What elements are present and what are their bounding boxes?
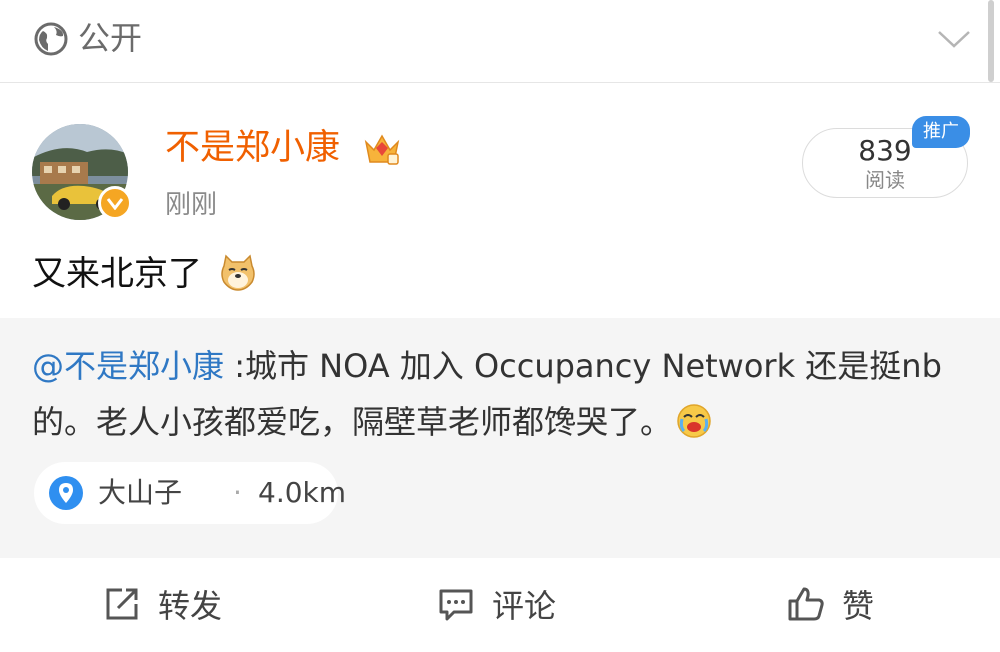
forward-label: 转发 bbox=[158, 587, 223, 625]
crown-icon bbox=[364, 134, 400, 165]
location-name: 大山子 bbox=[98, 476, 183, 509]
doge-emoji-icon bbox=[221, 254, 255, 291]
username[interactable]: 不是郑小康 bbox=[165, 124, 340, 172]
chevron-down-icon[interactable] bbox=[936, 24, 972, 52]
comment-icon bbox=[439, 589, 473, 621]
visibility-bar[interactable]: 公开 bbox=[0, 0, 1000, 83]
repost-text: @不是郑小康 :城市 NOA 加入 Occupancy Network 还是挺n… bbox=[32, 338, 962, 450]
promote-badge[interactable]: 推广 bbox=[912, 116, 970, 148]
share-icon bbox=[106, 588, 138, 620]
location-distance: 4.0km bbox=[258, 476, 347, 509]
thumbs-up-icon bbox=[788, 587, 824, 621]
read-label: 阅读 bbox=[865, 168, 905, 192]
comment-button[interactable]: 评论 bbox=[436, 580, 556, 628]
location-chip[interactable]: 大山子 · 4.0km bbox=[34, 462, 346, 524]
post-text: 又来北京了 bbox=[32, 254, 202, 294]
location-separator: · bbox=[233, 476, 242, 509]
like-label: 赞 bbox=[842, 587, 875, 625]
location-pin-icon bbox=[49, 476, 83, 510]
check-icon bbox=[106, 198, 124, 210]
forward-button[interactable]: 转发 bbox=[102, 580, 222, 628]
comment-label: 评论 bbox=[492, 587, 557, 625]
like-button[interactable]: 赞 bbox=[786, 580, 874, 628]
verified-badge bbox=[98, 186, 132, 220]
crying-emoji-icon bbox=[677, 404, 711, 438]
action-bar: 转发 评论 赞 bbox=[0, 558, 1000, 652]
visibility-label: 公开 bbox=[78, 19, 143, 57]
scrollbar[interactable] bbox=[988, 0, 994, 82]
reposted-content[interactable]: @不是郑小康 :城市 NOA 加入 Occupancy Network 还是挺n… bbox=[0, 318, 1000, 558]
post-time: 刚刚 bbox=[165, 190, 218, 220]
mention-link[interactable]: @不是郑小康 bbox=[32, 347, 224, 385]
globe-icon bbox=[34, 22, 68, 56]
